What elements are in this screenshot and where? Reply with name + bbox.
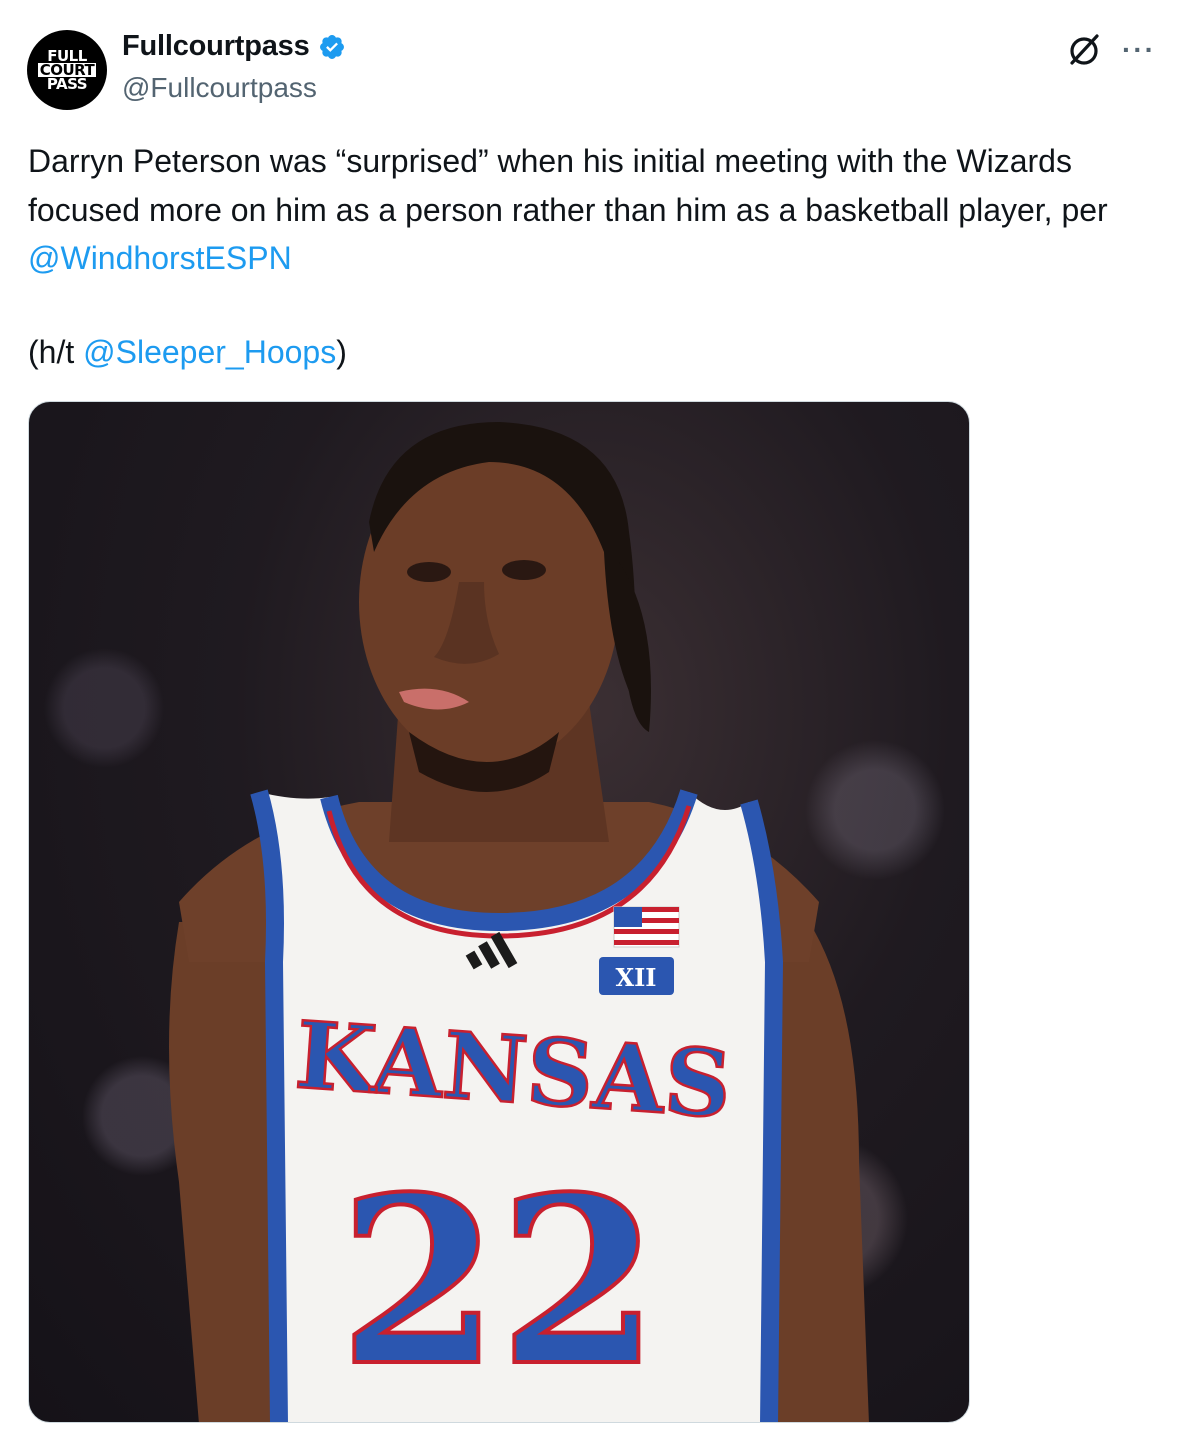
mention-sleeper-hoops[interactable]: @Sleeper_Hoops [83,334,336,370]
hat-tip-prefix: (h/t [28,334,84,370]
tweet-text: Darryn Peterson was “surprised” when his… [28,137,1138,283]
jersey-number-text: 22 [339,1147,659,1417]
avatar[interactable]: FULL COURT PASS [27,30,107,110]
tweet-card: FULL COURT PASS Fullcourtpass @Fullcourt… [0,0,1186,1436]
grok-icon[interactable] [1064,30,1104,70]
verified-badge-icon [319,34,344,59]
fullcourtpass-logo: FULL COURT PASS [27,30,107,110]
tweet-photo[interactable]: XII KANSAS 22 [28,401,970,1423]
tweet-actions-top: ··· [1064,30,1156,70]
author-handle[interactable]: @Fullcourtpass [122,72,317,104]
hat-tip-suffix: ) [336,334,347,370]
conference-mark: XII [615,963,656,992]
player-illustration: XII KANSAS 22 [169,422,869,1422]
logo-line-3: PASS [46,75,88,93]
hat-tip-line: (h/t @Sleeper_Hoops) [28,328,347,376]
more-icon[interactable]: ··· [1122,36,1156,64]
us-flag-icon [613,906,680,948]
author-display-name[interactable]: Fullcourtpass [122,30,310,63]
mention-windhorst[interactable]: @WindhorstESPN [28,240,292,276]
author-name-row: Fullcourtpass [122,30,346,63]
tweet-text-body: Darryn Peterson was “surprised” when his… [28,143,1108,228]
